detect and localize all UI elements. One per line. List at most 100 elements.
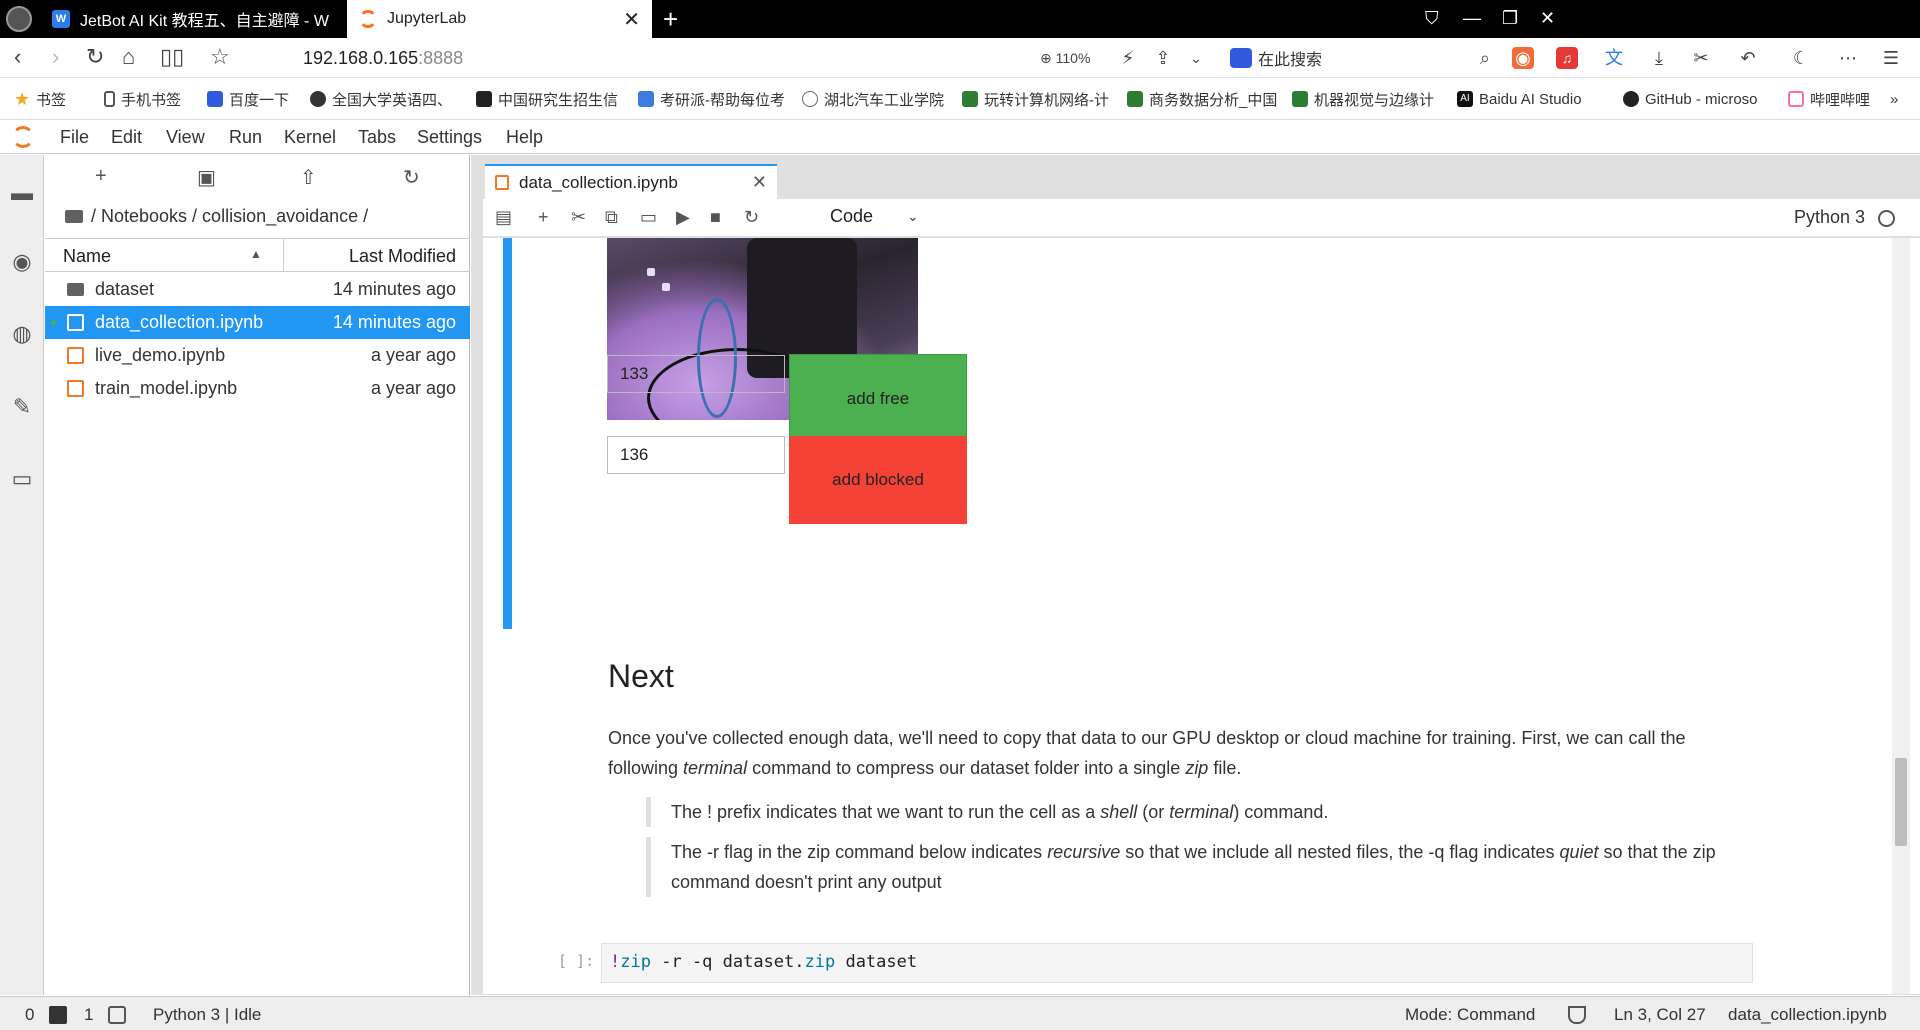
bookmark-item[interactable]: 百度一下 <box>207 78 307 120</box>
browser-logo-icon[interactable] <box>6 6 32 32</box>
folder-icon[interactable]: ▬ <box>8 179 36 207</box>
browser-tab-jupyterlab[interactable]: JupyterLab ✕ <box>347 0 652 38</box>
new-tab-button[interactable]: + <box>663 6 678 32</box>
kernel-name[interactable]: Python 3 <box>1794 207 1865 228</box>
app-icon[interactable]: ♫ <box>1556 47 1578 69</box>
notebook-tab-label: data_collection.ipynb <box>519 172 678 192</box>
browser-tab-jetbot[interactable]: W JetBot AI Kit 教程五、自主避障 - W <box>40 0 346 38</box>
bookmark-item[interactable]: 哔哩哔哩 <box>1788 78 1876 120</box>
kernel-count[interactable]: 1 <box>84 1005 93 1025</box>
bookmark-item[interactable]: 机器视觉与边缘计 <box>1292 78 1442 120</box>
bookmark-item[interactable]: 全国大学英语四、 <box>310 78 460 120</box>
more-icon[interactable]: ⋯ <box>1837 47 1859 69</box>
wrench-icon[interactable]: ✎ <box>8 393 36 421</box>
bookmark-item[interactable]: 湖北汽车工业学院 <box>802 78 952 120</box>
menu-file[interactable]: File <box>60 127 89 148</box>
stop-icon[interactable]: ■ <box>710 207 721 228</box>
screenshot-icon[interactable]: ✂ <box>1690 47 1712 69</box>
menu-icon[interactable]: ☰ <box>1880 47 1902 69</box>
notebook-tab[interactable]: data_collection.ipynb ✕ <box>485 164 777 199</box>
kernel-chip-icon[interactable] <box>108 1006 126 1024</box>
minimize-icon[interactable]: — <box>1463 8 1481 29</box>
bookmark-item[interactable]: 中国研究生招生信 <box>476 78 621 120</box>
zoom-indicator[interactable]: ⊕ 110% <box>1040 50 1090 67</box>
scrollbar-thumb[interactable] <box>1895 758 1907 846</box>
bookmark-item[interactable]: 考研派-帮助每位考 <box>638 78 788 120</box>
copy-icon[interactable]: ⧉ <box>605 207 618 228</box>
file-row-live-demo[interactable]: live_demo.ipynb a year ago <box>45 339 470 372</box>
reload-icon[interactable]: ↻ <box>86 46 104 68</box>
notebook-scrollbar[interactable] <box>1892 238 1910 994</box>
bookmark-item[interactable]: 玩转计算机网络-计 <box>962 78 1112 120</box>
address-bar[interactable]: 192.168.0.165:8888 <box>303 48 463 69</box>
back-icon[interactable]: ‹ <box>14 46 21 68</box>
menu-tabs[interactable]: Tabs <box>358 127 396 148</box>
bookmark-star-icon[interactable]: ☆ <box>210 46 230 68</box>
restore-icon[interactable]: ❐ <box>1502 8 1518 29</box>
menu-help[interactable]: Help <box>506 127 543 148</box>
menu-view[interactable]: View <box>166 127 205 148</box>
lightning-icon[interactable]: ⚡ <box>1117 47 1139 69</box>
search-box[interactable]: 在此搜索 ⌕ <box>1230 46 1490 70</box>
night-mode-icon[interactable]: ☾ <box>1790 47 1812 69</box>
active-cell-indicator[interactable] <box>503 238 512 629</box>
bookmark-item[interactable]: ★ 书签 <box>14 78 84 120</box>
blocked-count-field[interactable]: 136 <box>607 436 785 474</box>
close-tab-icon[interactable]: ✕ <box>752 172 767 193</box>
undo-icon[interactable]: ↶ <box>1737 47 1759 69</box>
menu-kernel[interactable]: Kernel <box>284 127 336 148</box>
menu-settings[interactable]: Settings <box>417 127 482 148</box>
bookmark-item[interactable]: AI Baidu AI Studio <box>1457 78 1602 120</box>
file-row-data-collection[interactable]: data_collection.ipynb 14 minutes ago <box>45 306 470 339</box>
close-tab-icon[interactable]: ✕ <box>623 7 640 32</box>
running-icon[interactable]: ◉ <box>8 248 36 276</box>
cell-type-select[interactable]: Code ⌄ <box>830 206 919 227</box>
dropdown-icon[interactable]: ⌄ <box>1185 47 1207 69</box>
text-run: The -r flag in the zip command below ind… <box>671 842 1048 862</box>
kernel-status-text[interactable]: Python 3 | Idle <box>153 1005 261 1025</box>
bookmarks-overflow-icon[interactable]: » <box>1890 78 1910 120</box>
new-folder-icon[interactable]: ▣ <box>197 165 216 190</box>
bookmark-item[interactable]: 手机书签 <box>104 78 198 120</box>
tabs-icon[interactable]: ▭ <box>8 465 36 493</box>
column-name[interactable]: Name <box>63 246 111 267</box>
restart-icon[interactable]: ↻ <box>744 207 759 228</box>
shirt-skin-icon[interactable]: ⛉ <box>1425 8 1439 29</box>
share-icon[interactable]: ⇪ <box>1152 47 1174 69</box>
cut-icon[interactable]: ✂ <box>571 207 586 228</box>
game-icon[interactable]: ◉ <box>1512 47 1534 69</box>
shield-icon[interactable] <box>1568 1006 1586 1024</box>
menu-edit[interactable]: Edit <box>111 127 142 148</box>
search-icon[interactable]: ⌕ <box>1480 48 1490 69</box>
run-icon[interactable]: ▶ <box>676 207 690 228</box>
breadcrumb[interactable]: / Notebooks / collision_avoidance / <box>65 206 368 227</box>
insert-cell-icon[interactable]: + <box>538 207 549 228</box>
cursor-position[interactable]: Ln 3, Col 27 <box>1614 1005 1706 1025</box>
save-icon[interactable]: ▤ <box>495 207 512 228</box>
close-window-icon[interactable]: ✕ <box>1540 8 1555 29</box>
paste-icon[interactable]: ▭ <box>640 207 657 228</box>
column-last-modified[interactable]: Last Modified <box>349 246 456 267</box>
forward-icon[interactable]: › <box>52 46 59 68</box>
bookmark-item[interactable]: 商务数据分析_中国 <box>1127 78 1277 120</box>
file-row-train-model[interactable]: train_model.ipynb a year ago <box>45 372 470 405</box>
bookmark-item[interactable]: GitHub - microso <box>1623 78 1771 120</box>
palette-icon[interactable]: ◍ <box>8 320 36 348</box>
download-icon[interactable]: ⤓ <box>1648 47 1670 69</box>
add-blocked-button[interactable]: add blocked <box>789 436 967 524</box>
file-row-dataset[interactable]: dataset 14 minutes ago <box>45 273 470 306</box>
refresh-icon[interactable]: ↻ <box>403 165 420 190</box>
home-icon[interactable]: ⌂ <box>122 46 135 68</box>
add-free-button[interactable]: add free <box>789 354 967 442</box>
bookmark-label: 玩转计算机网络-计 <box>984 91 1109 109</box>
free-count-field[interactable]: 133 <box>607 355 785 393</box>
code-cell[interactable]: !zip -r -q dataset.zip dataset <box>601 943 1753 983</box>
translate-icon[interactable]: 文 <box>1603 47 1625 69</box>
menu-run[interactable]: Run <box>229 127 262 148</box>
markdown-cell[interactable]: Next Once you've collected enough data, … <box>608 658 1753 897</box>
new-launcher-icon[interactable]: + <box>95 165 107 188</box>
terminal-icon[interactable] <box>49 1006 67 1024</box>
terminal-count[interactable]: 0 <box>25 1005 34 1025</box>
upload-icon[interactable]: ⇧ <box>300 165 317 190</box>
reader-icon[interactable]: ▯▯ <box>160 46 184 68</box>
